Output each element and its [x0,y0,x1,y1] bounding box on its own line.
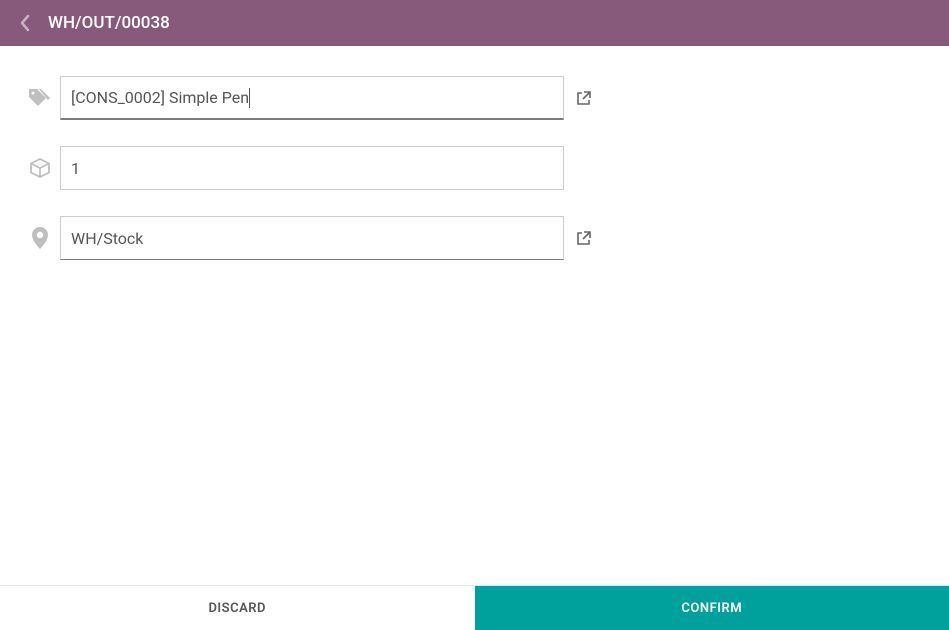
quantity-input[interactable] [60,146,564,190]
cube-icon [20,157,60,179]
product-input[interactable]: [CONS_0002] Simple Pen [60,76,564,120]
product-external-link[interactable] [576,91,591,106]
footer-bar: Discard Confirm [0,585,949,630]
page-title: WH/OUT/00038 [48,13,170,33]
external-link-icon [576,91,591,106]
location-value: WH/Stock [71,229,143,248]
location-row: WH/Stock [20,216,929,260]
location-external-link[interactable] [576,231,591,246]
quantity-row [20,146,929,190]
form-content: [CONS_0002] Simple Pen WH/Stoc [0,46,949,260]
product-row: [CONS_0002] Simple Pen [20,76,929,120]
map-marker-icon [20,226,60,250]
location-input[interactable]: WH/Stock [60,216,564,260]
back-button[interactable] [10,8,40,38]
chevron-left-icon [19,14,31,32]
app-header: WH/OUT/00038 [0,0,949,46]
discard-button[interactable]: Discard [0,586,475,630]
tags-icon [20,88,60,108]
confirm-button[interactable]: Confirm [475,586,949,630]
external-link-icon [576,231,591,246]
text-cursor [249,88,250,108]
product-value: [CONS_0002] Simple Pen [71,88,249,107]
